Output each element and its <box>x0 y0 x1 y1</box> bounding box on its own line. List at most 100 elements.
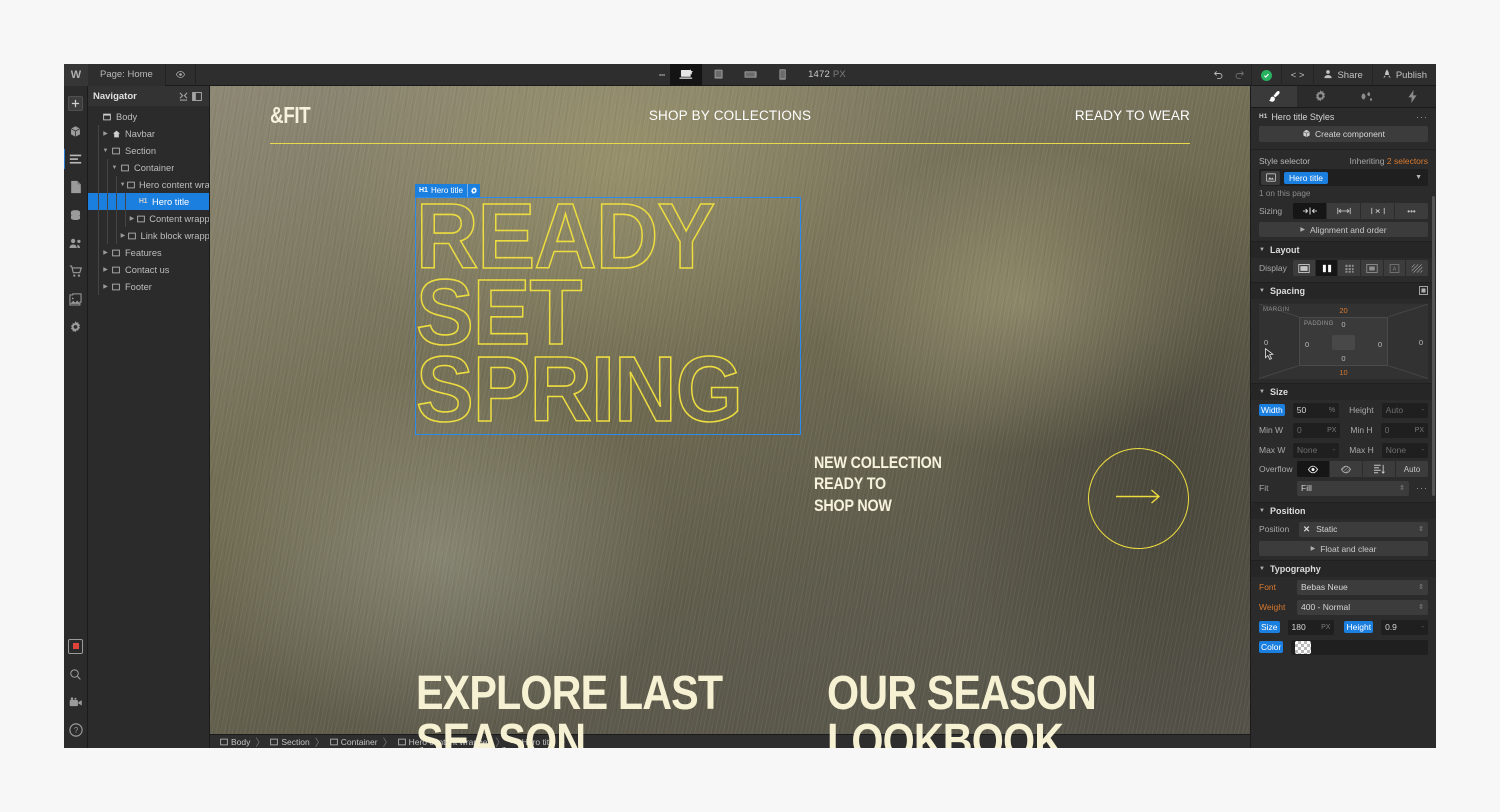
disclosure-arrow-icon[interactable]: ▼ <box>110 165 119 171</box>
fit-select[interactable]: Fill ⇳ <box>1297 480 1409 496</box>
chevron-down-icon[interactable]: ▼ <box>1415 174 1426 181</box>
style-selector-chip[interactable]: Hero title <box>1284 171 1329 184</box>
redo-icon[interactable] <box>1229 64 1251 86</box>
padding-right-value[interactable]: 0 <box>1378 340 1382 349</box>
stepper-icon[interactable]: ⇳ <box>1399 484 1405 492</box>
users-icon[interactable] <box>64 231 88 255</box>
collapse-all-icon[interactable] <box>176 89 190 103</box>
display-inline-block-button[interactable] <box>1361 260 1383 276</box>
disclosure-arrow-icon[interactable]: ▶ <box>119 232 127 239</box>
webflow-logo[interactable]: W <box>64 64 88 86</box>
drag-handle-icon[interactable] <box>654 64 670 86</box>
components-icon[interactable] <box>64 119 88 143</box>
sizing-grow-button[interactable] <box>1327 203 1360 219</box>
overflow-auto-button[interactable]: Auto <box>1396 461 1428 477</box>
weight-select[interactable]: 400 - Normal ⇳ <box>1297 599 1428 615</box>
font-select[interactable]: Bebas Neue ⇳ <box>1297 579 1428 595</box>
spacing-widget[interactable]: MARGIN 20 10 0 0 PADDING 0 0 0 0 <box>1259 304 1428 379</box>
float-and-clear-button[interactable]: ▶ Float and clear <box>1259 541 1428 556</box>
bottom-link-explore[interactable]: EXPLORE LAST SEASON <box>416 670 747 749</box>
style-selector-field[interactable]: Hero title ▼ <box>1259 169 1428 186</box>
fit-menu-icon[interactable]: ··· <box>1413 483 1428 493</box>
navigator-item-link-block-wrapper[interactable]: ▶ Link block wrapper <box>88 227 209 244</box>
gear-icon[interactable] <box>466 184 480 197</box>
padding-left-value[interactable]: 0 <box>1305 340 1309 349</box>
canvas-width-readout[interactable]: 1472 PX <box>808 69 846 80</box>
tab-effects[interactable] <box>1390 86 1436 107</box>
shop-now-arrow-button[interactable] <box>1088 448 1189 549</box>
display-grid-button[interactable] <box>1338 260 1361 276</box>
ecommerce-cart-icon[interactable] <box>64 259 88 283</box>
site-settings-gear-icon[interactable] <box>64 315 88 339</box>
undo-icon[interactable] <box>1207 64 1229 86</box>
stepper-icon[interactable]: ⇳ <box>1418 583 1424 591</box>
video-camera-icon[interactable] <box>64 690 88 714</box>
nav-link-ready-to-wear[interactable]: READY TO WEAR <box>1075 108 1190 123</box>
breadcrumb-item-section[interactable]: Section <box>266 735 313 749</box>
section-position[interactable]: ▼ Position <box>1251 502 1436 519</box>
color-input[interactable] <box>1291 639 1428 655</box>
breakpoint-mobile-portrait[interactable] <box>766 64 798 86</box>
display-flex-button[interactable] <box>1315 260 1338 276</box>
style-panel-scrollbar[interactable] <box>1432 196 1435 496</box>
publish-button[interactable]: Publish <box>1371 64 1436 86</box>
stepper-icon[interactable]: ⇳ <box>1418 603 1424 611</box>
font-size-input[interactable]: 180 PX <box>1287 619 1335 635</box>
sizing-more-button[interactable]: ••• <box>1395 203 1428 219</box>
color-swatch[interactable] <box>1295 640 1312 654</box>
help-question-icon[interactable]: ? <box>64 718 88 742</box>
navigator-item-contact-us[interactable]: ▶ Contact us <box>88 261 209 278</box>
font-size-unit[interactable]: PX <box>1321 624 1330 631</box>
design-canvas[interactable]: &FIT SHOP BY COLLECTIONS READY TO WEAR H… <box>210 86 1250 748</box>
section-typography[interactable]: ▼ Typography <box>1251 560 1436 577</box>
sizing-fixed-button[interactable] <box>1361 203 1394 219</box>
line-height-input[interactable]: 0.9 - <box>1381 619 1428 635</box>
page-selector[interactable]: Page: Home <box>88 64 166 86</box>
disclosure-arrow-icon[interactable]: ▶ <box>128 215 136 222</box>
stepper-icon[interactable]: ⇳ <box>1418 525 1424 533</box>
navigator-item-features[interactable]: ▶ Features <box>88 244 209 261</box>
selector-state-icon[interactable] <box>1261 170 1280 185</box>
preview-toggle-icon[interactable] <box>166 64 196 86</box>
breakpoint-tablet[interactable] <box>702 64 734 86</box>
line-height-unit[interactable]: - <box>1422 624 1424 631</box>
assets-image-icon[interactable] <box>64 287 88 311</box>
overflow-scroll-button[interactable] <box>1363 461 1395 477</box>
min-height-input[interactable]: 0 PX <box>1380 422 1429 438</box>
min-width-input[interactable]: 0 PX <box>1293 422 1341 438</box>
site-brand-logo[interactable]: &FIT <box>270 102 311 129</box>
code-export-button[interactable]: < > <box>1280 64 1314 86</box>
margin-right-value[interactable]: 0 <box>1419 338 1423 347</box>
spacing-mode-icon[interactable] <box>1419 285 1428 297</box>
disclosure-arrow-icon[interactable]: ▶ <box>101 283 110 290</box>
max-height-input[interactable]: None - <box>1381 442 1428 458</box>
tab-style[interactable] <box>1251 86 1298 107</box>
width-input[interactable]: 50 % <box>1292 402 1340 418</box>
max-width-input[interactable]: None - <box>1293 442 1340 458</box>
section-layout[interactable]: ▼ Layout <box>1251 241 1436 258</box>
breadcrumb-item-body[interactable]: Body <box>216 735 254 749</box>
margin-bottom-value[interactable]: 10 <box>1339 368 1347 377</box>
section-spacing[interactable]: ▼ Spacing <box>1251 282 1436 299</box>
interactions-record-icon[interactable] <box>64 634 88 658</box>
disclosure-arrow-icon[interactable]: ▶ <box>101 266 110 273</box>
display-none-button[interactable] <box>1406 260 1429 276</box>
disclosure-arrow-icon[interactable]: ▶ <box>101 130 110 137</box>
sizing-shrink-button[interactable] <box>1293 203 1326 219</box>
navigator-item-hero-content-wrappe[interactable]: ▼ Hero content wrappe <box>88 176 209 193</box>
navigator-item-hero-title[interactable]: H1 Hero title <box>88 193 209 210</box>
navigator-item-body[interactable]: Body <box>88 108 209 125</box>
height-unit[interactable]: - <box>1422 407 1424 414</box>
cms-database-icon[interactable] <box>64 203 88 227</box>
header-menu-icon[interactable]: ··· <box>1416 112 1428 122</box>
disclosure-arrow-icon[interactable]: ▼ <box>119 182 126 188</box>
min-width-unit[interactable]: PX <box>1327 427 1336 434</box>
disclosure-arrow-icon[interactable]: ▶ <box>101 249 110 256</box>
navigator-item-navbar[interactable]: ▶ Navbar <box>88 125 209 142</box>
display-block-button[interactable] <box>1293 260 1315 276</box>
display-inline-button[interactable]: A <box>1383 260 1406 276</box>
breakpoint-desktop[interactable] <box>670 64 703 86</box>
nav-link-shop-by-collections[interactable]: SHOP BY COLLECTIONS <box>649 108 811 123</box>
navigator-item-section[interactable]: ▼ Section <box>88 142 209 159</box>
overflow-hidden-button[interactable] <box>1330 461 1362 477</box>
